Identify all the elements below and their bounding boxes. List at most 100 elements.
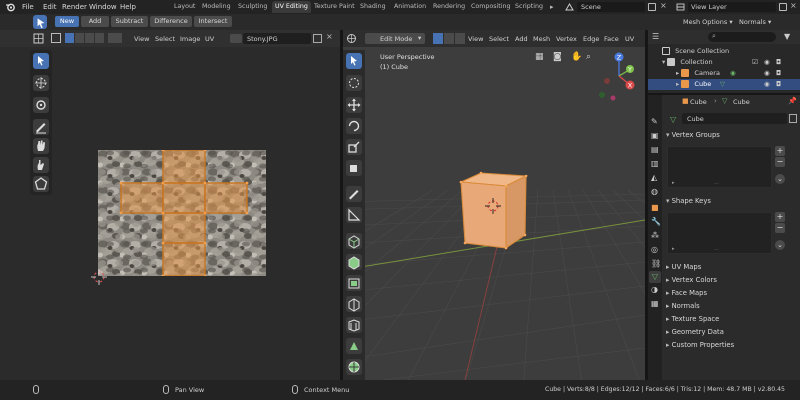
vp-menu-vertex[interactable]: Vertex xyxy=(556,35,577,43)
shape-key-add-icon[interactable]: + xyxy=(775,212,785,222)
tab-world-icon[interactable]: ◍ xyxy=(651,187,658,196)
uv-menu-select[interactable]: Select xyxy=(155,35,175,43)
vp-transform-tool-icon[interactable] xyxy=(346,160,362,176)
annotate-tool-icon[interactable] xyxy=(33,119,49,135)
viewport-type-icon[interactable] xyxy=(346,33,357,44)
texture-space-panel-header[interactable]: ▸ Texture Space xyxy=(666,313,796,326)
collection-checkbox-icon[interactable]: ☑ xyxy=(752,57,758,68)
pinch-tool-icon[interactable] xyxy=(33,157,49,173)
tab-compositing[interactable]: Compositing xyxy=(468,1,513,13)
tab-output-icon[interactable]: ▤ xyxy=(651,145,659,154)
pan-hand-icon[interactable]: ✋ xyxy=(571,52,582,62)
vp-menu-face[interactable]: Face xyxy=(604,35,619,43)
tab-modifiers-icon[interactable]: 🔧 xyxy=(651,217,661,226)
normals-panel-header[interactable]: ▸ Normals xyxy=(666,300,796,313)
uv-menu-image[interactable]: Image xyxy=(180,35,200,43)
shape-keys-panel-header[interactable]: ▾ Shape Keys xyxy=(666,195,796,208)
shape-keys-list-expand-icon[interactable]: ▸ xyxy=(672,246,675,252)
tab-layout[interactable]: Layout xyxy=(171,1,198,13)
relax-tool-icon[interactable] xyxy=(33,176,49,192)
collection-visibility-icon[interactable]: ◉ xyxy=(764,57,770,68)
scene-copy-icon[interactable] xyxy=(648,3,656,11)
vertex-groups-list-expand-icon[interactable]: ▸ xyxy=(672,180,675,186)
face-maps-panel-header[interactable]: ▸ Face Maps xyxy=(666,287,796,300)
tab-view-layer-icon[interactable]: ▥ xyxy=(651,159,659,168)
vp-menu-select[interactable]: Select xyxy=(489,35,509,43)
add-selection-button[interactable]: Add xyxy=(81,16,109,27)
camera-view-icon[interactable]: ◙ xyxy=(553,52,562,62)
zoom-icon[interactable]: ⌕ xyxy=(586,52,591,62)
shape-keys-list[interactable] xyxy=(667,212,772,254)
uv-2d-cursor-icon[interactable] xyxy=(90,268,108,286)
menu-window[interactable]: Window xyxy=(89,0,117,14)
vp-move-tool-icon[interactable] xyxy=(346,97,362,113)
camera-visibility-icon[interactable]: ◉ xyxy=(764,68,770,79)
tab-scene-icon[interactable]: ◭ xyxy=(651,173,657,182)
vertex-groups-resize-icon[interactable]: ⋯ xyxy=(714,181,719,187)
uv-editor-type-icon[interactable] xyxy=(33,33,44,44)
vertex-group-add-icon[interactable]: + xyxy=(775,146,785,156)
uv-vertex-mode-icon[interactable] xyxy=(65,33,74,43)
tab-modeling[interactable]: Modeling xyxy=(199,1,234,13)
new-selection-button[interactable]: New xyxy=(55,16,79,27)
face-select-mode-icon[interactable] xyxy=(455,33,465,44)
tab-sculpting[interactable]: Sculpting xyxy=(235,1,270,13)
normals-menu[interactable]: Normals ▾ xyxy=(739,18,771,26)
3d-viewport[interactable]: Edit Mode ▾ View Select Add Mesh Vertex … xyxy=(343,30,645,380)
tab-scripting[interactable]: Scripting xyxy=(512,1,546,13)
vp-spin-tool-icon[interactable] xyxy=(346,359,362,375)
vertex-groups-list[interactable] xyxy=(667,146,772,188)
expand-camera-icon[interactable]: ▸ xyxy=(676,69,679,77)
view-layer-icon[interactable] xyxy=(676,3,685,11)
outliner-row-camera[interactable]: ▸ Camera ◉ ◉ ◘ xyxy=(648,68,800,79)
tab-physics-icon[interactable]: ◎ xyxy=(651,245,658,254)
vp-loopcut-tool-icon[interactable] xyxy=(346,296,362,312)
shape-key-remove-icon[interactable]: − xyxy=(775,223,785,233)
outliner-filter-icon[interactable]: ▼ xyxy=(784,32,790,41)
vp-rotate-tool-icon[interactable] xyxy=(346,118,362,134)
outliner-type-icon[interactable]: ☰ xyxy=(652,32,659,41)
menu-render[interactable]: Render xyxy=(62,0,87,14)
vp-cursor-tool-icon[interactable] xyxy=(346,75,362,91)
tab-constraints-icon[interactable]: ⛓ xyxy=(651,259,661,268)
expand-collection-icon[interactable]: ▾ xyxy=(662,58,665,66)
mesh-fake-user-icon[interactable] xyxy=(789,114,797,123)
vp-measure-tool-icon[interactable] xyxy=(346,207,362,223)
vertex-group-remove-icon[interactable]: − xyxy=(775,157,785,167)
vp-scale-tool-icon[interactable] xyxy=(346,139,362,155)
uv-image-canvas[interactable] xyxy=(98,148,266,278)
view-layer-copy-icon[interactable] xyxy=(779,3,787,11)
tab-shading[interactable]: Shading xyxy=(357,1,389,13)
vertex-colors-panel-header[interactable]: ▸ Vertex Colors xyxy=(666,274,796,287)
vp-menu-uv[interactable]: UV xyxy=(625,35,634,43)
tab-rendering[interactable]: Rendering xyxy=(430,1,468,13)
uv-maps-panel-header[interactable]: ▸ UV Maps xyxy=(666,261,796,274)
cursor-tool-icon[interactable] xyxy=(33,75,49,91)
tab-uv-editing[interactable]: UV Editing xyxy=(272,1,311,13)
vp-select-tool-icon[interactable] xyxy=(346,53,362,69)
vp-menu-add[interactable]: Add xyxy=(515,35,528,43)
uv-menu-uv[interactable]: UV xyxy=(205,35,214,43)
uv-editor[interactable]: View Select Image UV Stony.JPG × xyxy=(0,30,340,380)
select-box-tool-icon[interactable] xyxy=(33,53,49,69)
vp-menu-mesh[interactable]: Mesh xyxy=(533,35,550,43)
outliner-row-collection[interactable]: ▾ Collection ☑ ◉ ◘ xyxy=(648,57,800,68)
move-tool-icon[interactable] xyxy=(33,97,49,113)
collection-render-icon[interactable]: ◘ xyxy=(776,57,781,68)
image-fake-user-icon[interactable] xyxy=(313,34,322,43)
image-browse-icon[interactable] xyxy=(230,34,242,43)
uv-sticky-select-icon[interactable] xyxy=(108,33,122,43)
scene-icon[interactable] xyxy=(565,3,574,11)
tab-texture-icon[interactable]: ▦ xyxy=(651,299,659,308)
visibility-icon[interactable]: ▦ xyxy=(535,52,544,62)
outliner-search-field[interactable] xyxy=(708,32,776,42)
uv-face-mode-icon[interactable] xyxy=(85,33,94,43)
vp-annotate-tool-icon[interactable] xyxy=(346,186,362,202)
uv-island-mode-icon[interactable] xyxy=(95,33,104,43)
outliner-row-cube[interactable]: ▸ Cube ▽ ◉ ◘ xyxy=(648,79,800,90)
tab-material-icon[interactable]: ◑ xyxy=(651,285,658,294)
vertex-select-mode-icon[interactable] xyxy=(433,33,443,44)
vertex-group-menu-icon[interactable]: ⌄ xyxy=(775,174,785,184)
image-close-icon[interactable]: × xyxy=(326,32,333,41)
menu-edit[interactable]: Edit xyxy=(43,0,57,14)
